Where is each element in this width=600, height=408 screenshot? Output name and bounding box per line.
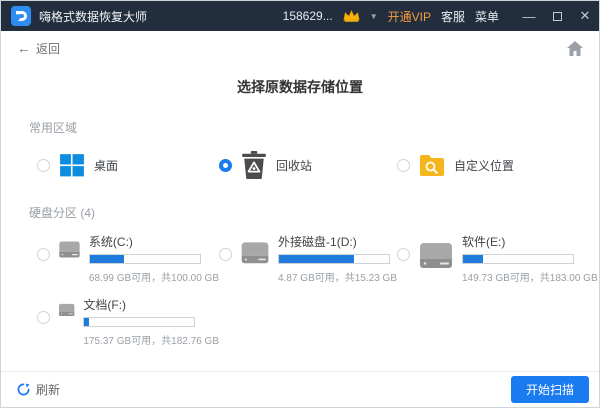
option-custom-location[interactable]: 自定义位置 [397, 152, 599, 178]
desktop-label: 桌面 [94, 158, 119, 173]
disk-name: 系统(C:) [88, 235, 133, 249]
footer-bar: 刷新 开始扫描 [1, 371, 599, 407]
disk-e-radio[interactable] [397, 248, 410, 261]
disk-item-f[interactable]: 文档(F:) 175.37 GB可用，共182.76 GB [37, 296, 219, 347]
maximize-icon [552, 11, 562, 21]
disk-usage-fill [89, 255, 125, 263]
disk-usage-bar [88, 254, 201, 264]
disk-usage-bar [83, 317, 196, 327]
back-arrow-icon: ← [17, 40, 31, 56]
disk-c-radio[interactable] [37, 248, 50, 261]
disk-item-e[interactable]: 软件(E:) 149.73 GB可用，共183.00 GB [397, 233, 599, 284]
customer-service-link[interactable]: 客服 [441, 8, 465, 25]
disk-grid-row-1: 系统(C:) 68.99 GB可用，共100.00 GB 外接磁盘-1(D:) … [37, 233, 599, 284]
menu-link[interactable]: 菜单 [475, 8, 499, 25]
disk-item-d[interactable]: 外接磁盘-1(D:) 4.87 GB可用，共15.23 GB [219, 233, 397, 284]
disk-usage-bar [462, 254, 574, 264]
user-id[interactable]: 158629... [283, 9, 333, 23]
refresh-button[interactable]: 刷新 [17, 381, 60, 398]
open-vip-link[interactable]: 开通VIP [388, 8, 431, 25]
hdd-icon [58, 302, 75, 334]
disk-usage-fill [84, 318, 89, 326]
page-title: 选择原数据存储位置 [237, 79, 363, 95]
disk-grid-row-2: 文档(F:) 175.37 GB可用，共182.76 GB [37, 296, 599, 347]
back-label: 返回 [36, 41, 61, 56]
refresh-icon [17, 383, 30, 396]
disk-name: 软件(E:) [462, 235, 506, 249]
option-desktop[interactable]: 桌面 [37, 152, 219, 178]
app-title: 嗨格式数据恢复大师 [39, 9, 148, 24]
partitions-section-label: 硬盘分区 (4) [29, 206, 96, 220]
back-button[interactable]: ← 返回 [17, 40, 60, 57]
disk-item-c[interactable]: 系统(C:) 68.99 GB可用，共100.00 GB [37, 233, 219, 284]
hdd-icon [240, 239, 270, 271]
disk-d-radio[interactable] [219, 248, 232, 261]
start-scan-button[interactable]: 开始扫描 [511, 376, 589, 403]
recycle-bin-radio[interactable] [219, 158, 232, 172]
disk-usage-bar [278, 254, 391, 264]
disk-detail: 4.87 GB可用，共15.23 GB [278, 273, 397, 284]
disk-detail: 149.73 GB可用，共183.00 GB [462, 273, 598, 284]
home-icon[interactable] [567, 40, 583, 56]
disk-name: 文档(F:) [83, 298, 127, 312]
disk-name: 外接磁盘-1(D:) [278, 235, 357, 249]
desktop-radio[interactable] [37, 158, 50, 172]
maximize-button[interactable] [543, 1, 571, 31]
minimize-button[interactable]: — [515, 1, 543, 31]
custom-location-radio[interactable] [397, 158, 410, 172]
sub-header: ← 返回 [1, 31, 599, 65]
refresh-label: 刷新 [36, 383, 61, 397]
recycle-bin-label: 回收站 [276, 158, 313, 173]
folder-search-icon [419, 152, 445, 178]
disk-usage-fill [279, 255, 354, 263]
recycle-bin-icon [241, 150, 267, 180]
common-area-section-label: 常用区域 [29, 121, 78, 135]
option-recycle-bin[interactable]: 回收站 [219, 150, 397, 180]
disk-usage-fill [463, 255, 483, 263]
custom-location-label: 自定义位置 [454, 158, 515, 173]
chevron-down-icon[interactable]: ▼ [370, 12, 378, 21]
vip-crown-icon [343, 9, 360, 23]
windows-logo-icon [59, 152, 85, 178]
window-controls: — ✕ [515, 1, 599, 31]
close-button[interactable]: ✕ [571, 1, 599, 31]
hdd-icon [418, 239, 454, 271]
disk-f-radio[interactable] [37, 311, 50, 324]
disk-detail: 68.99 GB可用，共100.00 GB [88, 273, 219, 284]
hdd-icon [58, 239, 81, 271]
common-area-options: 桌面 回收站 自定义位置 [37, 150, 599, 180]
app-logo-icon [11, 6, 31, 26]
titlebar: 嗨格式数据恢复大师 158629... ▼ 开通VIP 客服 菜单 — ✕ [1, 1, 599, 31]
disk-detail: 175.37 GB可用，共182.76 GB [83, 336, 219, 347]
